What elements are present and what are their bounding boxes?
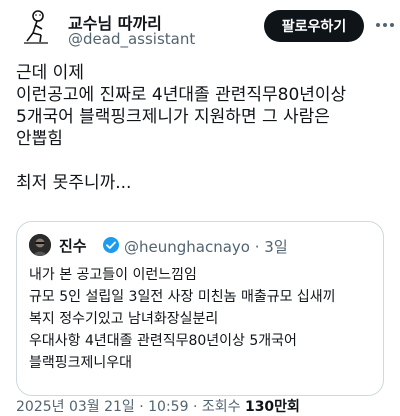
quoted-author-avatar: [29, 234, 51, 256]
person-photo-icon: [29, 234, 51, 256]
more-options-icon[interactable]: [374, 14, 396, 36]
quoted-tweet-text: 내가 본 공고들이 이런느낌임 규모 5인 설립일 3일전 사장 미친놈 매출규…: [29, 267, 336, 371]
verified-badge-icon: [103, 237, 119, 253]
quoted-tweet[interactable]: 진수 @heunghacnayo · 3일 내가 본 공고들이 이런느낌임 규모…: [16, 221, 384, 396]
quoted-author-name: 진수: [59, 237, 87, 255]
author-avatar[interactable]: [16, 8, 56, 48]
stick-figure-sitting-icon: [24, 10, 48, 44]
author-handle[interactable]: @dead_assistant: [68, 30, 195, 48]
quoted-author-handle-time: @heunghacnayo · 3일: [124, 238, 288, 256]
tweet-timestamp[interactable]: 2025년 03월 21일 · 10:59 · 조회수: [16, 399, 241, 415]
tweet-meta: 2025년 03월 21일 · 10:59 · 조회수 130만회: [16, 396, 386, 416]
tweet-header: 교수님 따까리 @dead_assistant 팔로우하기: [16, 8, 394, 48]
view-count: 130만회: [244, 399, 300, 415]
follow-button[interactable]: 팔로우하기: [264, 10, 364, 42]
tweet-text: 근데 이제 이런공고에 진짜로 4년대졸 관련직무80년이상 5개국어 블랙핑크…: [16, 63, 347, 193]
quoted-tweet-header: 진수 @heunghacnayo · 3일: [29, 234, 369, 256]
